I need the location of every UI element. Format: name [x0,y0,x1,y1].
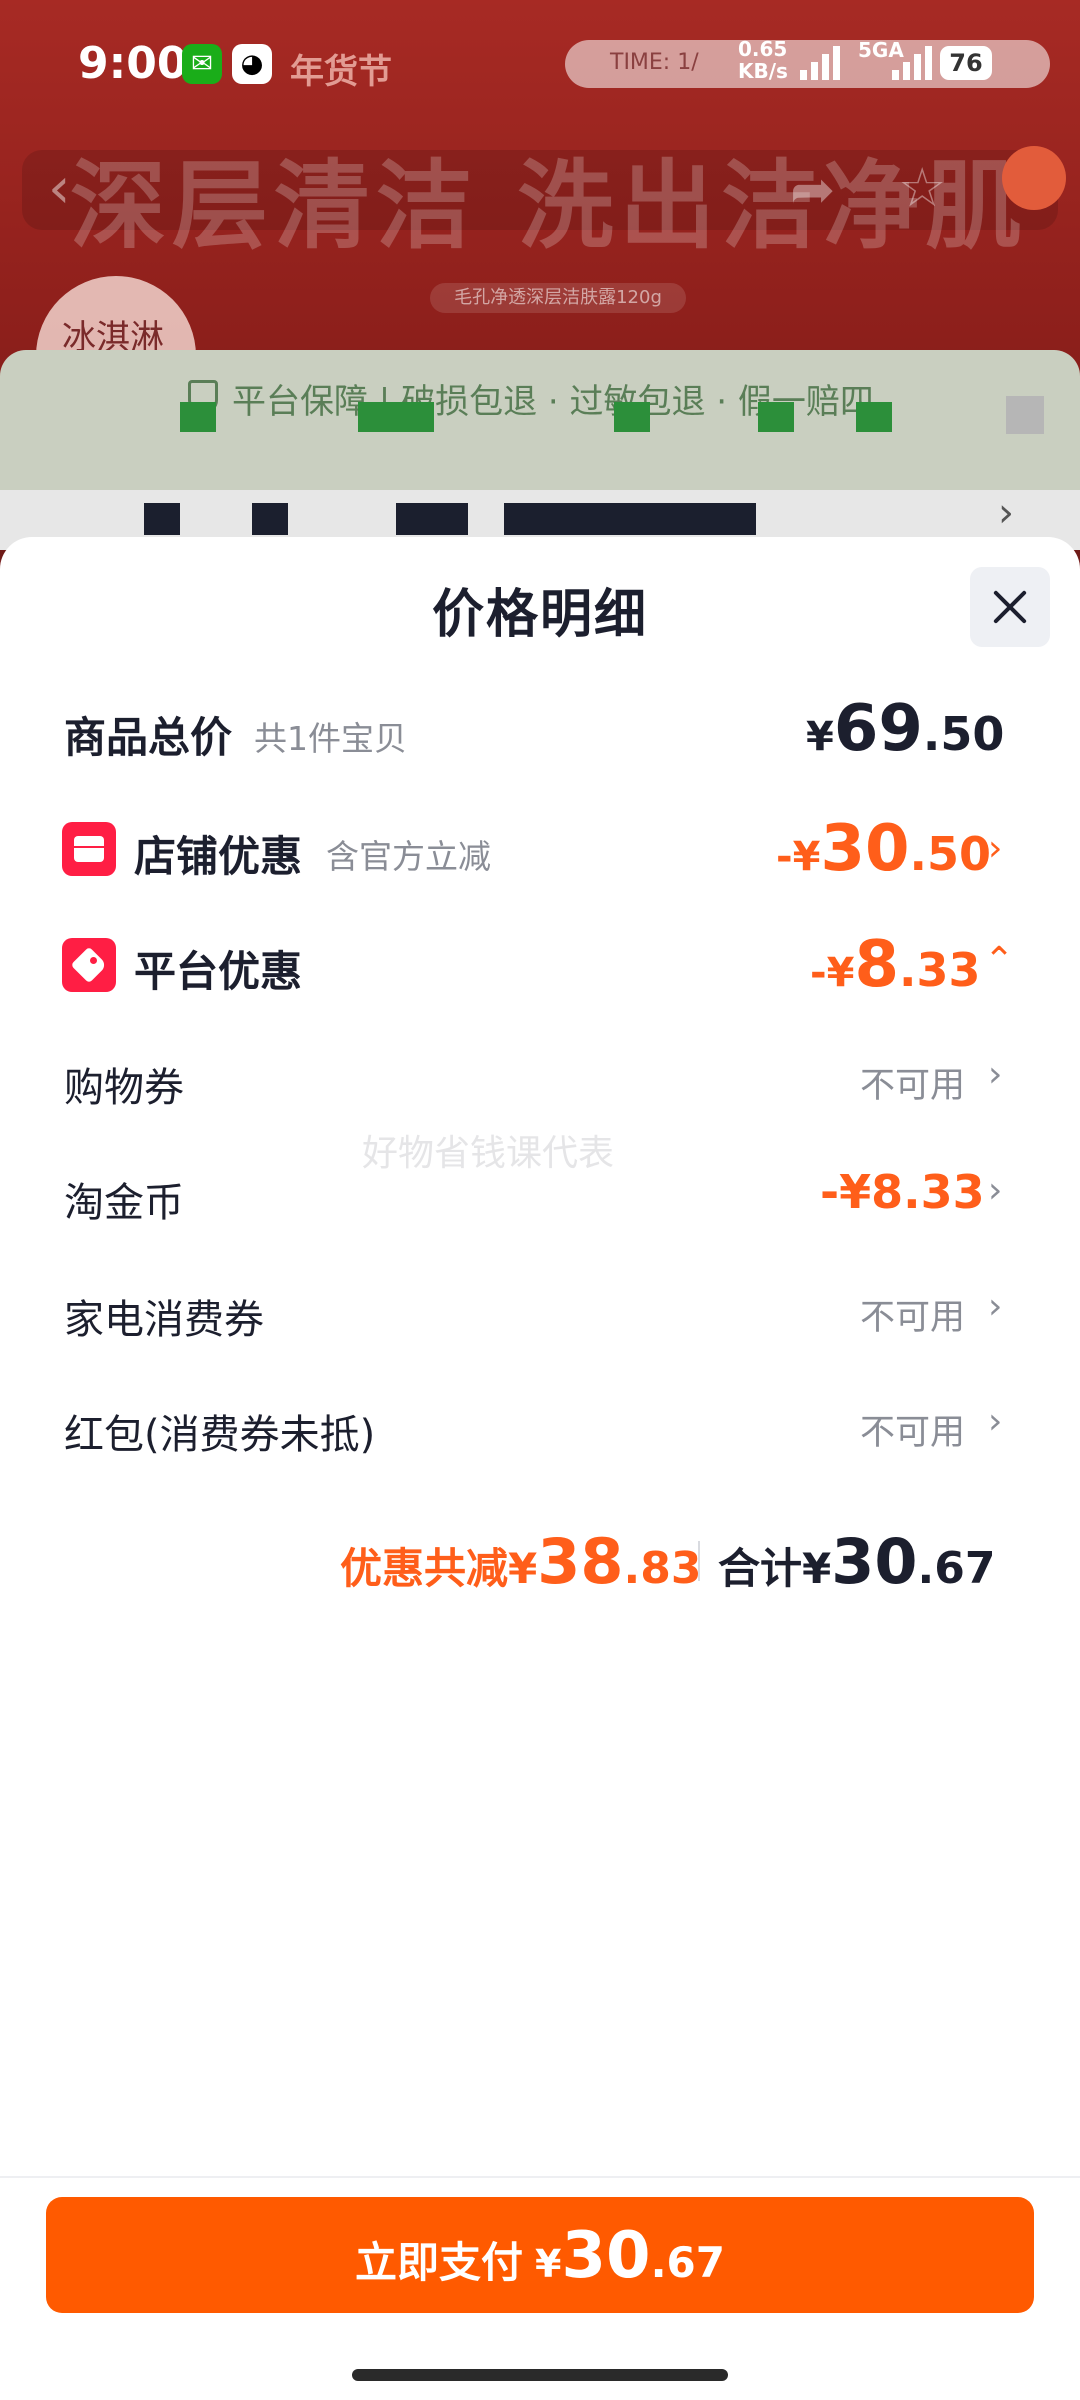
total-discount: 优惠共减 ¥38.83 [340,1525,702,1598]
appliance-coupon-value[interactable]: 不可用 [860,1289,965,1340]
product-headline: 深层清洁 洗出洁净肌 [70,150,1028,262]
store-discount-label: 店铺优惠 [134,832,303,881]
red-packet-label: 红包(消费券未抵) [64,1412,376,1458]
taojin-coins-label: 淘金币 [64,1180,184,1226]
chevron-right-icon[interactable]: › [988,1170,1002,1211]
total-price-label: 商品总价 [64,713,233,762]
tag-icon [62,938,116,992]
sheet-title: 价格明细 [431,585,648,645]
pay-now-button[interactable]: 立即支付 ¥30.67 [46,2197,1034,2313]
platform-discount-label: 平台优惠 [134,947,303,996]
chevron-right-icon[interactable]: › [988,1286,1002,1327]
signal-icon [892,46,932,80]
redaction-block [252,503,288,535]
back-icon[interactable]: ‹ [48,156,70,221]
wechat-icon: ✉ [182,44,222,84]
footer-divider [0,2176,1080,2178]
shopping-coupon-value[interactable]: 不可用 [860,1057,965,1108]
message-icon[interactable] [1002,146,1066,210]
redaction-block [504,503,756,535]
festival-label: 年货节 [290,52,392,92]
chevron-right-icon[interactable]: › [988,1401,1002,1442]
qq-icon: ◕ [232,44,272,84]
grand-total: 合计 ¥30.67 [718,1525,996,1598]
signal-icon [800,46,840,80]
time-label: TIME: 1/ [610,50,699,75]
platform-discount-amount[interactable]: -¥ 8.33 [810,928,980,1002]
star-icon[interactable]: ☆ [898,156,946,219]
taojin-coins-value[interactable]: -¥8.33 [820,1165,985,1219]
chevron-up-icon[interactable]: ⌃ [984,940,1014,981]
status-bar: 9:00 ✉ ◕ 年货节 TIME: 1/ 0.65 KB/s 5GA 76 [0,0,1080,128]
redaction-block [144,503,180,535]
redaction-blocks [180,402,910,432]
total-price-amount: ¥69.50 [806,692,1005,766]
appliance-coupon-label: 家电消费券 [64,1297,264,1343]
chevron-right-icon[interactable]: › [988,1054,1002,1095]
network-speed-unit: KB/s [738,59,788,83]
store-icon [62,822,116,876]
chevron-right-icon[interactable]: › [988,828,1002,869]
home-indicator[interactable] [352,2369,728,2381]
network-speed-value: 0.65 [738,37,788,61]
battery-icon: 76 [940,46,992,80]
item-count: 共1件宝贝 [254,719,407,758]
share-icon[interactable]: ➦ [790,158,835,221]
network-speed: 0.65 KB/s [738,38,788,82]
redaction-block [396,503,468,535]
shopping-coupon-label: 购物券 [64,1065,184,1111]
redaction-block [1006,396,1044,434]
red-packet-value[interactable]: 不可用 [860,1404,965,1455]
product-tag: 毛孔净透深层洁肤露120g [430,283,686,313]
status-time: 9:00 [78,38,188,89]
store-discount-amount[interactable]: -¥ 30.50 [776,812,991,886]
chevron-right-icon: › [998,490,1014,536]
close-icon[interactable] [970,567,1050,647]
summary-divider [698,1541,700,1581]
store-discount-note: 含官方立减 [326,837,491,876]
watermark: 好物省钱课代表 [362,1133,615,1174]
